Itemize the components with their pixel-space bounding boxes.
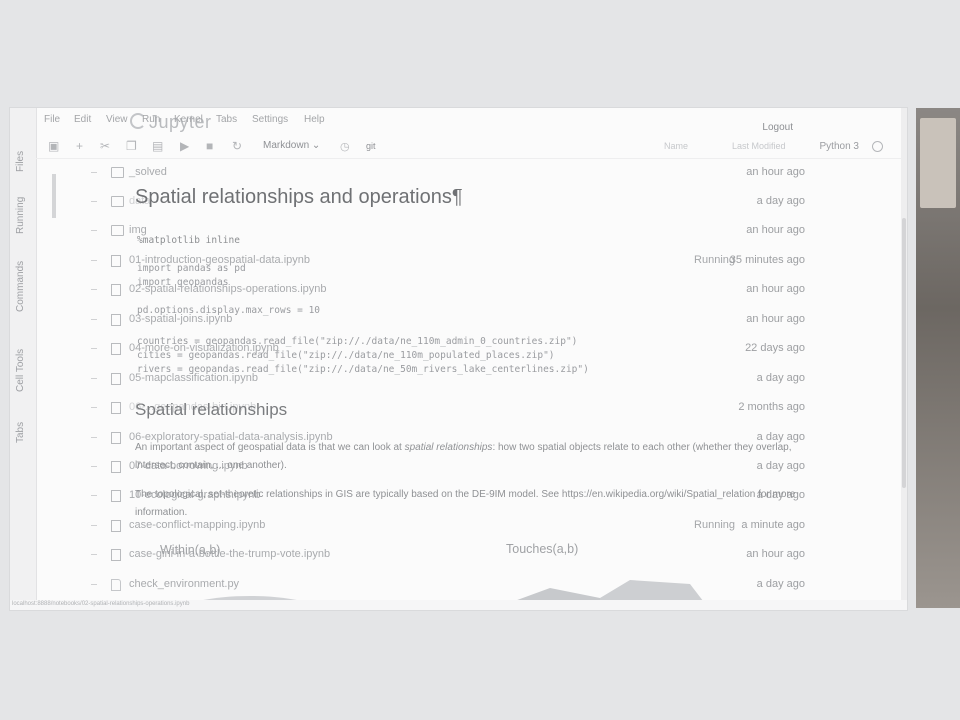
status-url: localhost:8888/notebooks/02-spatial-rela…	[12, 601, 190, 607]
restart-icon[interactable]: ↻	[232, 139, 242, 153]
left-sidebar-tabs: Files Running Commands Cell Tools Tabs	[10, 108, 37, 610]
row-checkbox[interactable]	[91, 407, 97, 408]
list-item[interactable]: 06-...geopandas-bin.ipynb 2 months ago	[91, 398, 805, 418]
kernel-status-icon	[872, 141, 883, 152]
clock-icon[interactable]: ◷	[340, 140, 350, 154]
notebook-icon	[111, 432, 121, 444]
list-item[interactable]: _solved an hour ago	[91, 163, 805, 183]
list-item[interactable]: check_environment.py a day ago	[91, 575, 805, 595]
row-checkbox[interactable]	[91, 437, 97, 438]
folder-icon	[111, 196, 124, 207]
notebook-icon	[111, 490, 121, 502]
menu-bar: Jupyter File Edit View Run Kernel Tabs S…	[36, 108, 901, 133]
row-checkbox[interactable]	[91, 584, 97, 585]
menu-view[interactable]: View	[106, 114, 128, 125]
notebook-icon	[111, 520, 121, 532]
jupyterlab-window: Files Running Commands Cell Tools Tabs J…	[10, 108, 907, 610]
status-bar: localhost:8888/notebooks/02-spatial-rela…	[10, 600, 907, 610]
background-photo	[916, 108, 960, 608]
notebook-icon	[111, 402, 121, 414]
python-file-icon	[111, 579, 121, 591]
cell-type-select[interactable]: Markdown ⌄	[263, 140, 320, 151]
kernel-name[interactable]: Python 3	[820, 141, 859, 152]
row-checkbox[interactable]	[91, 230, 97, 231]
list-item[interactable]: 03-spatial-joins.ipynb an hour ago	[91, 310, 805, 330]
menu-help[interactable]: Help	[304, 114, 325, 125]
menu-tabs[interactable]: Tabs	[216, 114, 237, 125]
row-checkbox[interactable]	[91, 319, 97, 320]
folder-icon	[111, 167, 124, 178]
list-item[interactable]: 06-exploratory-spatial-data-analysis.ipy…	[91, 428, 805, 448]
list-item[interactable]: 02-spatial-relationships-operations.ipyn…	[91, 280, 805, 300]
row-checkbox[interactable]	[91, 260, 97, 261]
row-checkbox[interactable]	[91, 554, 97, 555]
notebook-icon	[111, 549, 121, 561]
column-header-modified[interactable]: Last Modified	[732, 141, 786, 151]
folder-icon	[111, 225, 124, 236]
notebook-toolbar: ▣ + ✂ ❐ ▤ ▶ ■ ↻ Markdown ⌄ ◷ git Name La…	[36, 136, 901, 159]
row-checkbox[interactable]	[91, 201, 97, 202]
notebook-icon	[111, 343, 121, 355]
notebook-icon	[111, 314, 121, 326]
row-checkbox[interactable]	[91, 172, 97, 173]
row-checkbox[interactable]	[91, 289, 97, 290]
list-item[interactable]: case-conflict-mapping.ipynb Running a minu…	[91, 516, 805, 536]
left-tab-files[interactable]: Files	[15, 151, 31, 183]
row-checkbox[interactable]	[91, 378, 97, 379]
menu-edit[interactable]: Edit	[74, 114, 91, 125]
notebook-cell-marker	[52, 174, 56, 218]
menu-settings[interactable]: Settings	[252, 114, 288, 125]
stop-icon[interactable]: ■	[206, 139, 213, 153]
save-icon[interactable]: ▣	[48, 139, 59, 153]
list-item[interactable]: data a day ago	[91, 192, 805, 212]
background-wall	[920, 118, 956, 208]
git-button[interactable]: git	[366, 141, 376, 151]
list-item[interactable]: img an hour ago	[91, 221, 805, 241]
list-item[interactable]: case-gini-in-a-bottle-the-trump-vote.ipy…	[91, 545, 805, 565]
menu-run[interactable]: Run	[142, 114, 160, 125]
column-header-name[interactable]: Name	[664, 141, 688, 151]
run-icon[interactable]: ▶	[180, 139, 189, 153]
row-checkbox[interactable]	[91, 525, 97, 526]
vertical-scrollbar[interactable]	[901, 108, 907, 610]
left-tab-running[interactable]: Running	[15, 197, 31, 245]
list-item[interactable]: 07-data-borrowing.ipynb a day ago	[91, 457, 805, 477]
logout-button[interactable]: Logout	[762, 122, 793, 133]
paste-icon[interactable]: ▤	[152, 139, 163, 153]
row-checkbox[interactable]	[91, 495, 97, 496]
notebook-icon	[111, 461, 121, 473]
left-tab-cell-tools[interactable]: Cell Tools	[15, 349, 31, 403]
left-tab-commands[interactable]: Commands	[15, 261, 31, 323]
notebook-icon	[111, 255, 121, 267]
menu-file[interactable]: File	[44, 114, 60, 125]
list-item[interactable]: 01-introduction-geospatial-data.ipynb Run…	[91, 251, 805, 271]
list-item[interactable]: 10-ecological-graphs.ipynb a day ago	[91, 486, 805, 506]
add-cell-icon[interactable]: +	[76, 139, 83, 153]
notebook-icon	[111, 373, 121, 385]
row-checkbox[interactable]	[91, 348, 97, 349]
list-item[interactable]: 04-more-on-visualization.ipynb 22 days ag…	[91, 339, 805, 359]
left-tab-tabs[interactable]: Tabs	[15, 422, 31, 454]
menu-kernel[interactable]: Kernel	[174, 114, 203, 125]
cut-icon[interactable]: ✂	[100, 139, 110, 153]
notebook-icon	[111, 284, 121, 296]
list-item[interactable]: 05-mapclassification.ipynb a day ago	[91, 369, 805, 389]
scrollbar-thumb[interactable]	[902, 218, 906, 488]
copy-icon[interactable]: ❐	[126, 139, 137, 153]
row-checkbox[interactable]	[91, 466, 97, 467]
